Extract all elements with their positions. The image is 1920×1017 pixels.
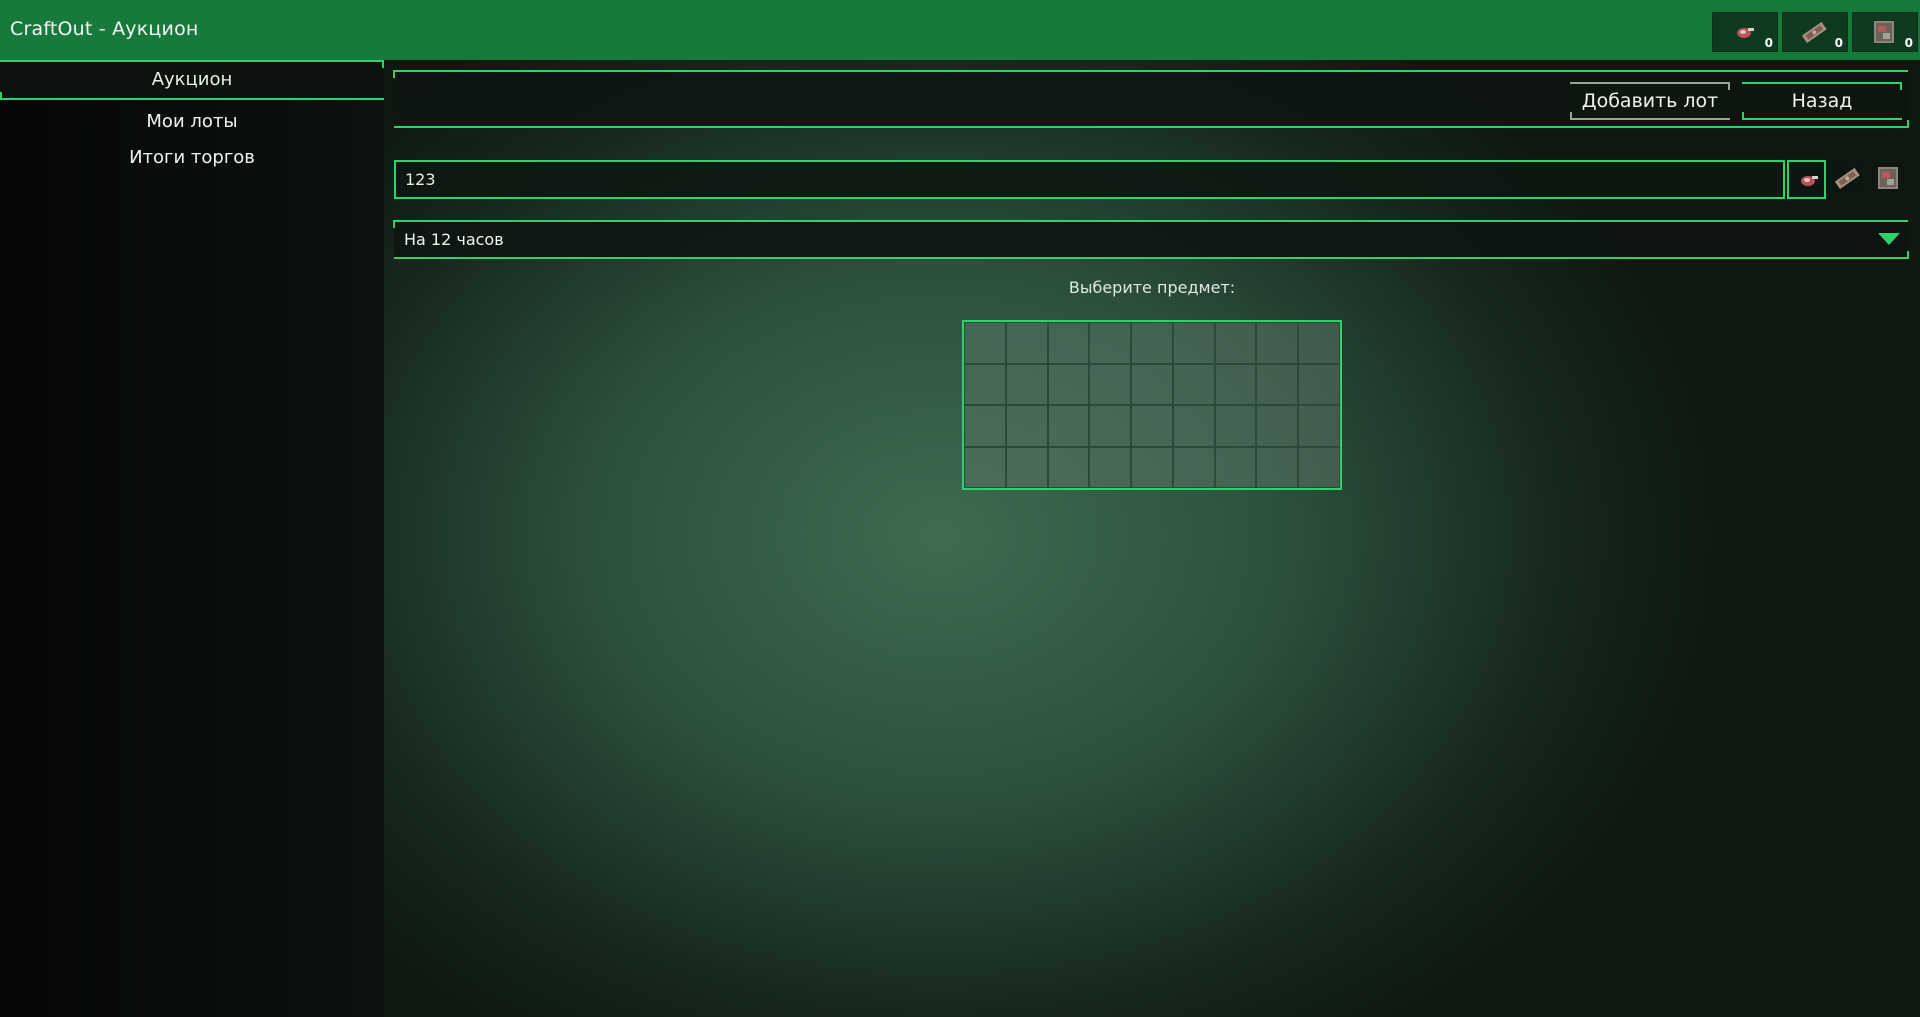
meat-currency-icon <box>1801 176 1818 186</box>
inventory-slot[interactable] <box>1256 405 1299 447</box>
inventory-slot[interactable] <box>1005 363 1048 405</box>
currency-count: 0 <box>1834 36 1843 50</box>
inventory-slot[interactable] <box>1214 446 1257 488</box>
inventory-slot[interactable] <box>1047 363 1090 405</box>
currency-count: 0 <box>1904 36 1913 50</box>
inventory-slot[interactable] <box>1089 446 1132 488</box>
sidebar-item-auction-results[interactable]: Итоги торгов <box>0 147 384 168</box>
currency-option-crate[interactable] <box>1869 160 1908 199</box>
sidebar: Аукцион Мои лоты Итоги торгов <box>0 60 384 1017</box>
inventory-slot[interactable] <box>1047 322 1090 364</box>
inventory-slot[interactable] <box>1131 405 1173 447</box>
banknote-currency-icon <box>1834 167 1860 189</box>
price-input[interactable] <box>394 160 1785 199</box>
duration-select[interactable]: На 12 часов <box>393 220 1909 259</box>
inventory-slot[interactable] <box>1256 446 1299 488</box>
inventory-slot[interactable] <box>964 322 1006 364</box>
inventory-slot[interactable] <box>964 446 1006 488</box>
duration-selected-value: На 12 часов <box>404 230 504 249</box>
main-panel: Добавить лот Назад На 12 часов <box>384 60 1920 1017</box>
select-item-prompt: Выберите предмет: <box>1068 278 1236 297</box>
sidebar-item-my-lots[interactable]: Мои лоты <box>0 111 384 132</box>
inventory-slot[interactable] <box>1172 405 1215 447</box>
inventory-slot[interactable] <box>1131 363 1173 405</box>
banknote-currency-icon <box>1801 21 1827 43</box>
inventory-slot[interactable] <box>1214 322 1257 364</box>
inventory-slot[interactable] <box>1298 363 1340 405</box>
inventory-slot[interactable] <box>1047 446 1090 488</box>
app-title: CraftOut - Аукцион <box>10 18 199 40</box>
back-button[interactable]: Назад <box>1742 82 1902 120</box>
toolbar: Добавить лот Назад <box>393 70 1909 128</box>
currency-balance-crate: 0 <box>1852 12 1918 52</box>
meat-currency-icon <box>1737 28 1754 38</box>
inventory-slot[interactable] <box>1172 363 1215 405</box>
inventory-slot[interactable] <box>1172 322 1215 364</box>
inventory-slot[interactable] <box>1089 405 1132 447</box>
inventory-slot[interactable] <box>1256 322 1299 364</box>
title-bar: CraftOut - Аукцион 0 0 0 <box>0 0 1920 60</box>
currency-balance-meat: 0 <box>1712 12 1778 52</box>
inventory-slot[interactable] <box>964 363 1006 405</box>
inventory-slot[interactable] <box>1131 322 1173 364</box>
inventory-slot[interactable] <box>1005 405 1048 447</box>
inventory-slot[interactable] <box>1298 322 1340 364</box>
add-lot-button[interactable]: Добавить лот <box>1570 82 1730 120</box>
inventory-slot[interactable] <box>1089 363 1132 405</box>
inventory-slot[interactable] <box>1214 405 1257 447</box>
inventory-slot[interactable] <box>1256 363 1299 405</box>
inventory-slot[interactable] <box>1005 446 1048 488</box>
inventory-slot[interactable] <box>1005 322 1048 364</box>
currency-count: 0 <box>1764 36 1773 50</box>
inventory-slot[interactable] <box>964 405 1006 447</box>
currency-balances: 0 0 0 <box>1712 12 1918 52</box>
crate-currency-icon <box>1874 21 1894 43</box>
inventory-slot[interactable] <box>1089 322 1132 364</box>
crate-currency-icon <box>1878 167 1898 189</box>
sidebar-item-auction[interactable]: Аукцион <box>0 60 384 100</box>
inventory-slot[interactable] <box>1172 446 1215 488</box>
inventory-slot[interactable] <box>1131 446 1173 488</box>
dropdown-arrow-icon <box>1878 233 1900 245</box>
inventory-slot[interactable] <box>1047 405 1090 447</box>
inventory-slot[interactable] <box>1298 446 1340 488</box>
currency-balance-banknote: 0 <box>1782 12 1848 52</box>
inventory-grid <box>962 320 1342 490</box>
currency-option-meat[interactable] <box>1787 160 1826 199</box>
inventory-slot[interactable] <box>1298 405 1340 447</box>
currency-option-banknote[interactable] <box>1828 160 1867 199</box>
inventory-slot[interactable] <box>1214 363 1257 405</box>
